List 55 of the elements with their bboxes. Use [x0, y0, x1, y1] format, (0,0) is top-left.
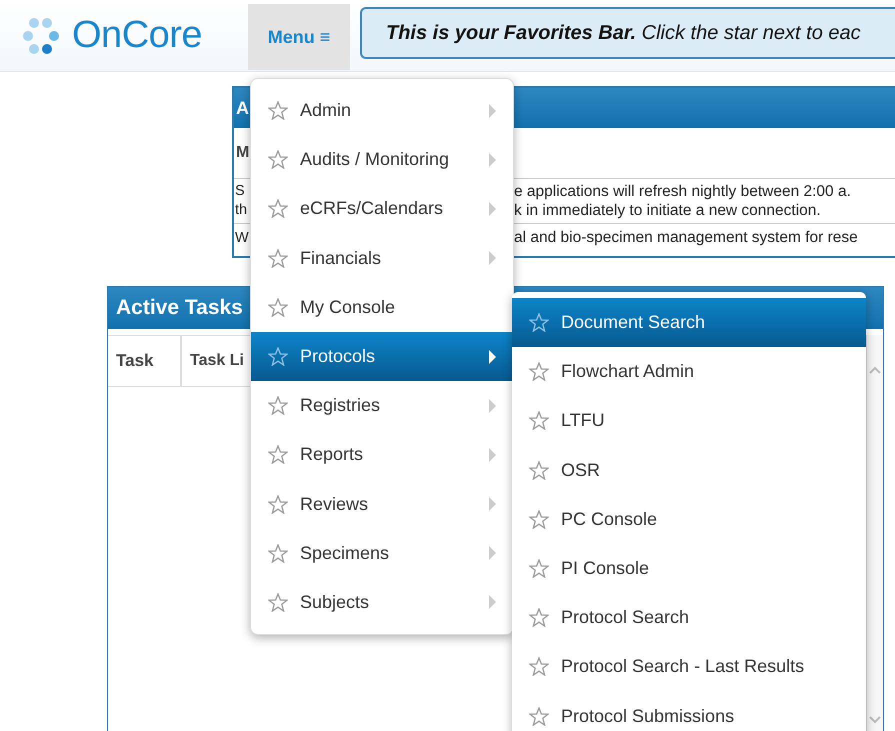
menu-item[interactable]: PI Console [512, 544, 866, 594]
menu-item[interactable]: Registries [251, 381, 513, 430]
menu-item[interactable]: LTFU [512, 396, 866, 446]
star-icon[interactable] [268, 298, 288, 317]
star-icon[interactable] [268, 150, 288, 170]
panel-title: Active Tasks [116, 296, 243, 320]
star-icon[interactable] [529, 411, 549, 430]
menu-item[interactable]: Audits / Monitoring [251, 135, 513, 184]
menu-item[interactable]: PC Console [512, 494, 866, 544]
column-heading: M [236, 144, 250, 162]
star-icon[interactable] [529, 362, 549, 382]
menu-item[interactable]: eCRFs/Calendars [251, 184, 513, 234]
menu-item[interactable]: Subjects [251, 578, 513, 628]
menu-item[interactable]: Protocols [251, 332, 513, 382]
menu-item[interactable]: Specimens [251, 528, 513, 578]
menu-item[interactable]: Protocol Search - Last Results [512, 642, 866, 692]
menu-item[interactable]: My Console [251, 282, 513, 332]
favorites-hint: This is your Favorites Bar. Click the star next to eac [386, 22, 861, 44]
star-icon[interactable] [268, 445, 288, 464]
star-icon[interactable] [529, 313, 549, 332]
scroll-down-icon[interactable] [869, 715, 881, 725]
menu-item[interactable]: Document Search [512, 298, 866, 348]
announcement-text: k in immediately to initiate a new connection. [514, 201, 821, 220]
star-icon[interactable] [268, 101, 288, 120]
menu-item[interactable]: Reviews [251, 480, 513, 529]
star-icon[interactable] [268, 544, 288, 563]
star-icon[interactable] [268, 347, 288, 366]
menu-item[interactable]: Flowchart Admin [512, 347, 866, 396]
menu-item[interactable]: OSR [512, 446, 866, 495]
star-icon[interactable] [268, 396, 288, 416]
menu-item[interactable]: Admin [251, 86, 513, 136]
scrollbar[interactable] [866, 335, 883, 731]
star-icon[interactable] [529, 706, 549, 726]
announcement-text: th [235, 201, 248, 220]
menu-item[interactable]: Protocol Submissions [512, 692, 866, 731]
menu-item[interactable]: Reports [251, 430, 513, 480]
star-icon[interactable] [529, 559, 549, 578]
panel-title: A [236, 98, 249, 118]
star-icon[interactable] [268, 248, 288, 268]
star-icon[interactable] [268, 199, 288, 218]
announcement-text: al and bio-specimen management system for rese [514, 228, 858, 248]
scroll-up-icon[interactable] [869, 365, 881, 375]
star-icon[interactable] [268, 592, 288, 612]
star-icon[interactable] [529, 657, 549, 676]
announcement-text: e applications will refresh nightly between 2:00 a. [514, 182, 851, 201]
announcement-text: W [235, 229, 249, 248]
logo-text: OnCore [72, 14, 202, 57]
column-header[interactable]: Task [108, 336, 182, 386]
menu-item[interactable]: Financials [251, 234, 513, 283]
star-icon[interactable] [529, 608, 549, 628]
menu-item[interactable]: Protocol Search [512, 593, 866, 642]
announcement-text: S [235, 182, 245, 201]
star-icon[interactable] [529, 460, 549, 480]
star-icon[interactable] [268, 494, 288, 514]
star-icon[interactable] [529, 510, 549, 529]
